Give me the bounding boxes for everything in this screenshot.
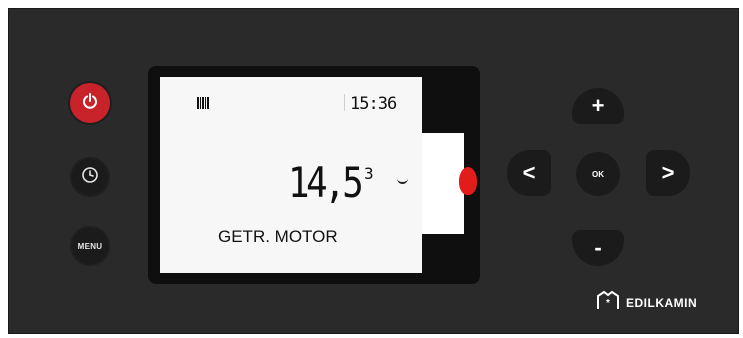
display-overlay [422, 133, 464, 234]
ok-label: OK [592, 169, 604, 179]
right-button[interactable]: > [646, 150, 690, 196]
alarm-icon [459, 167, 477, 195]
brand-name: EDILKAMIN [626, 295, 698, 310]
display-label: GETR. MOTOR [218, 227, 338, 246]
display-value: 14,5 [288, 158, 364, 207]
flame-icon: * [596, 290, 620, 315]
display-separator [344, 94, 345, 111]
menu-label: MENU [77, 241, 103, 251]
power-button[interactable] [70, 83, 110, 123]
clock-icon [81, 166, 99, 189]
power-icon [81, 92, 99, 115]
minus-label: - [594, 235, 602, 260]
signal-bars-icon [197, 97, 209, 109]
display-superscript: 3 [364, 164, 374, 183]
clock-button[interactable] [72, 159, 108, 195]
menu-button[interactable]: MENU [72, 228, 108, 264]
left-button[interactable]: < [507, 150, 551, 196]
svg-text:*: * [606, 298, 610, 309]
plus-label: + [591, 93, 605, 118]
right-label: > [661, 160, 675, 185]
brand-logo: * EDILKAMIN [596, 290, 697, 315]
display-time: 15:36 [350, 94, 397, 114]
ok-button[interactable]: OK [576, 152, 620, 196]
left-label: < [522, 160, 536, 185]
